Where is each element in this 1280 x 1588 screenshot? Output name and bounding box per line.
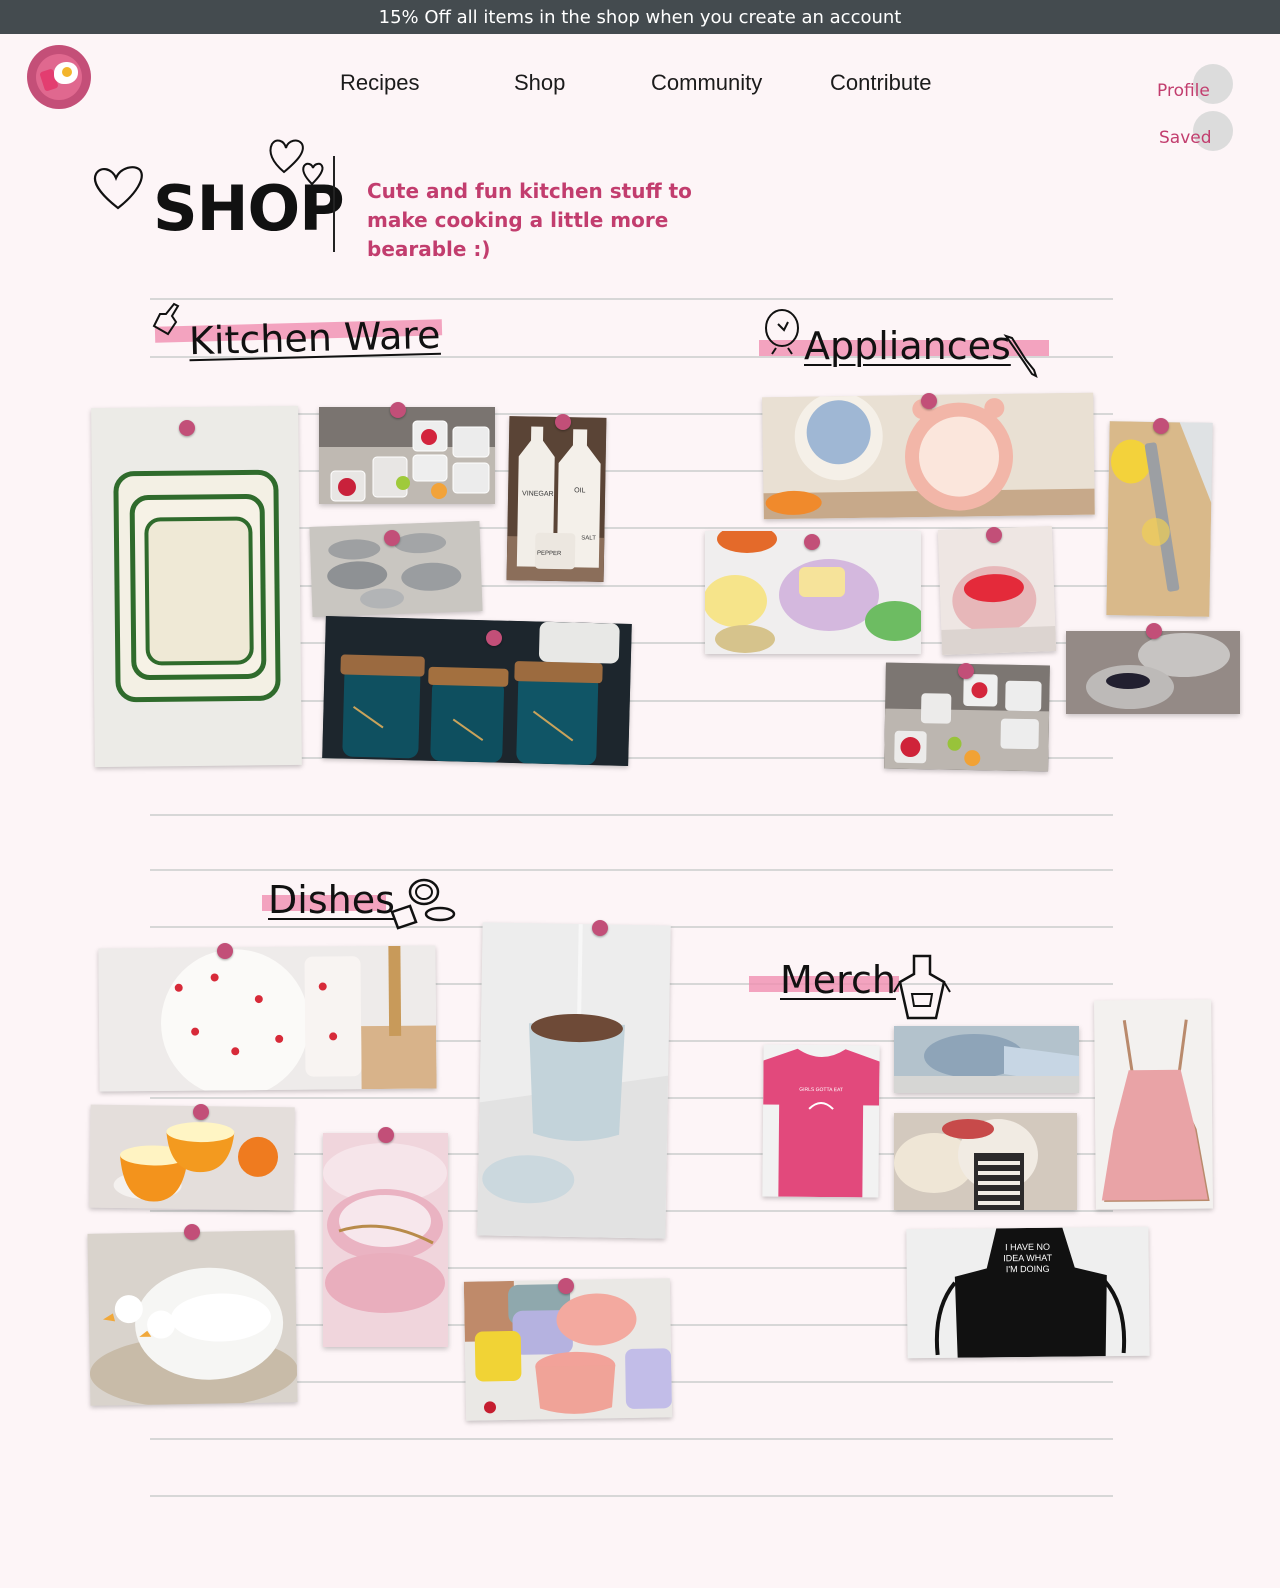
pin-icon <box>486 630 502 646</box>
pin-icon <box>179 420 195 436</box>
promo-banner-text: 15% Off all items in the shop when you c… <box>378 6 902 28</box>
pink-apron-image <box>1094 999 1213 1210</box>
mesh-strainer-image <box>1066 631 1240 714</box>
product-marble-bowls[interactable] <box>323 1133 448 1347</box>
product-duck-bowls[interactable] <box>87 1230 298 1406</box>
product-strawberry-plates[interactable] <box>98 945 437 1092</box>
product-scrubbing-gloves[interactable] <box>894 1026 1079 1093</box>
product-zester-grater[interactable] <box>1106 421 1213 617</box>
pin-icon <box>390 402 406 418</box>
heart-doodle-icon <box>93 166 143 210</box>
marble-bowls-image <box>323 1133 448 1347</box>
saved-link[interactable]: Saved <box>1159 128 1212 148</box>
product-food-containers[interactable] <box>319 407 495 504</box>
scrubbing-gloves-image <box>894 1026 1079 1093</box>
product-orange-cups[interactable] <box>89 1104 295 1211</box>
section-heading-kitchen-ware[interactable]: Kitchen Ware <box>188 313 441 364</box>
pin-icon <box>555 414 571 430</box>
product-kitchen-timer[interactable] <box>762 392 1095 520</box>
oil-label: OIL <box>574 487 586 495</box>
silicone-containers-image <box>463 1278 673 1421</box>
section-heading-merch[interactable]: Merch <box>780 958 896 1002</box>
section-heading-dishes[interactable]: Dishes <box>268 878 395 922</box>
baking-dishes-image <box>113 469 281 703</box>
product-pink-apron[interactable] <box>1094 999 1213 1210</box>
pin-icon <box>184 1224 200 1240</box>
page-tagline: Cute and fun kitchen stuff to make cooki… <box>367 179 692 261</box>
divider-line <box>150 1495 1113 1497</box>
title-divider <box>333 156 335 252</box>
product-silicone-containers[interactable] <box>463 1278 673 1421</box>
orange-cups-image <box>89 1104 295 1211</box>
section-heading-appliances[interactable]: Appliances <box>804 324 1011 368</box>
apron-icon <box>893 954 951 1020</box>
profile-link[interactable]: Profile <box>1157 81 1210 101</box>
site-logo[interactable] <box>27 45 91 109</box>
product-black-apron[interactable]: I HAVE NO IDEA WHAT I'M DOING <box>906 1226 1150 1359</box>
pin-icon <box>1153 418 1169 434</box>
duck-bowls-image <box>87 1230 298 1406</box>
nav-recipes[interactable]: Recipes <box>340 70 419 96</box>
vinegar-label: VINEGAR <box>522 490 554 498</box>
spatula-icon <box>152 302 180 336</box>
knife-icon <box>1003 334 1038 378</box>
product-oven-mitts[interactable] <box>894 1113 1077 1210</box>
product-mesh-strainers[interactable] <box>1066 631 1240 714</box>
product-travel-mug[interactable] <box>477 922 671 1239</box>
salt-label: SALT <box>581 535 596 542</box>
timer-icon <box>765 309 799 355</box>
pin-icon <box>217 943 233 959</box>
divider-line <box>150 814 1113 816</box>
divider-line <box>150 869 1113 871</box>
page-title: SHOP <box>153 172 345 245</box>
pin-icon <box>804 534 820 550</box>
nav-community[interactable]: Community <box>651 70 762 96</box>
logo-egg-icon <box>36 54 82 100</box>
oven-mitts-image <box>894 1113 1077 1210</box>
tshirt-print: GIRLS GOTTA EAT <box>799 1086 844 1094</box>
product-colander[interactable] <box>937 526 1057 655</box>
pin-icon <box>384 530 400 546</box>
kitchen-timer-image <box>762 392 1095 520</box>
travel-mug-image <box>477 922 671 1239</box>
pin-icon <box>921 393 937 409</box>
pin-icon <box>193 1104 209 1120</box>
product-baking-dishes[interactable] <box>91 405 302 768</box>
pin-icon <box>958 663 974 679</box>
product-tshirt[interactable]: GIRLS GOTTA EAT <box>762 1044 880 1198</box>
nav-contribute[interactable]: Contribute <box>830 70 932 96</box>
pin-icon <box>558 1278 574 1294</box>
divider-line <box>150 1438 1113 1440</box>
apron-print: I HAVE NO IDEA WHAT I'M DOING <box>1003 1241 1053 1275</box>
pin-icon <box>592 920 608 936</box>
product-oil-vinegar-set[interactable]: VINEGAR OIL PEPPER SALT <box>506 416 607 582</box>
pin-icon <box>986 527 1002 543</box>
colander-image <box>937 526 1057 655</box>
pin-icon <box>1146 623 1162 639</box>
promo-banner[interactable]: 15% Off all items in the shop when you c… <box>0 0 1280 34</box>
pin-icon <box>378 1127 394 1143</box>
strawberry-plates-image <box>98 945 437 1092</box>
tshirt-image <box>762 1044 880 1198</box>
nav-shop[interactable]: Shop <box>514 70 565 96</box>
marble-canisters-image <box>322 616 632 766</box>
divider-line <box>150 298 1113 300</box>
food-containers-image <box>319 407 495 504</box>
pepper-label: PEPPER <box>536 550 562 558</box>
product-marble-canisters[interactable] <box>322 616 632 766</box>
stacked-dishes-icon <box>390 878 456 930</box>
zester-image <box>1106 421 1213 617</box>
